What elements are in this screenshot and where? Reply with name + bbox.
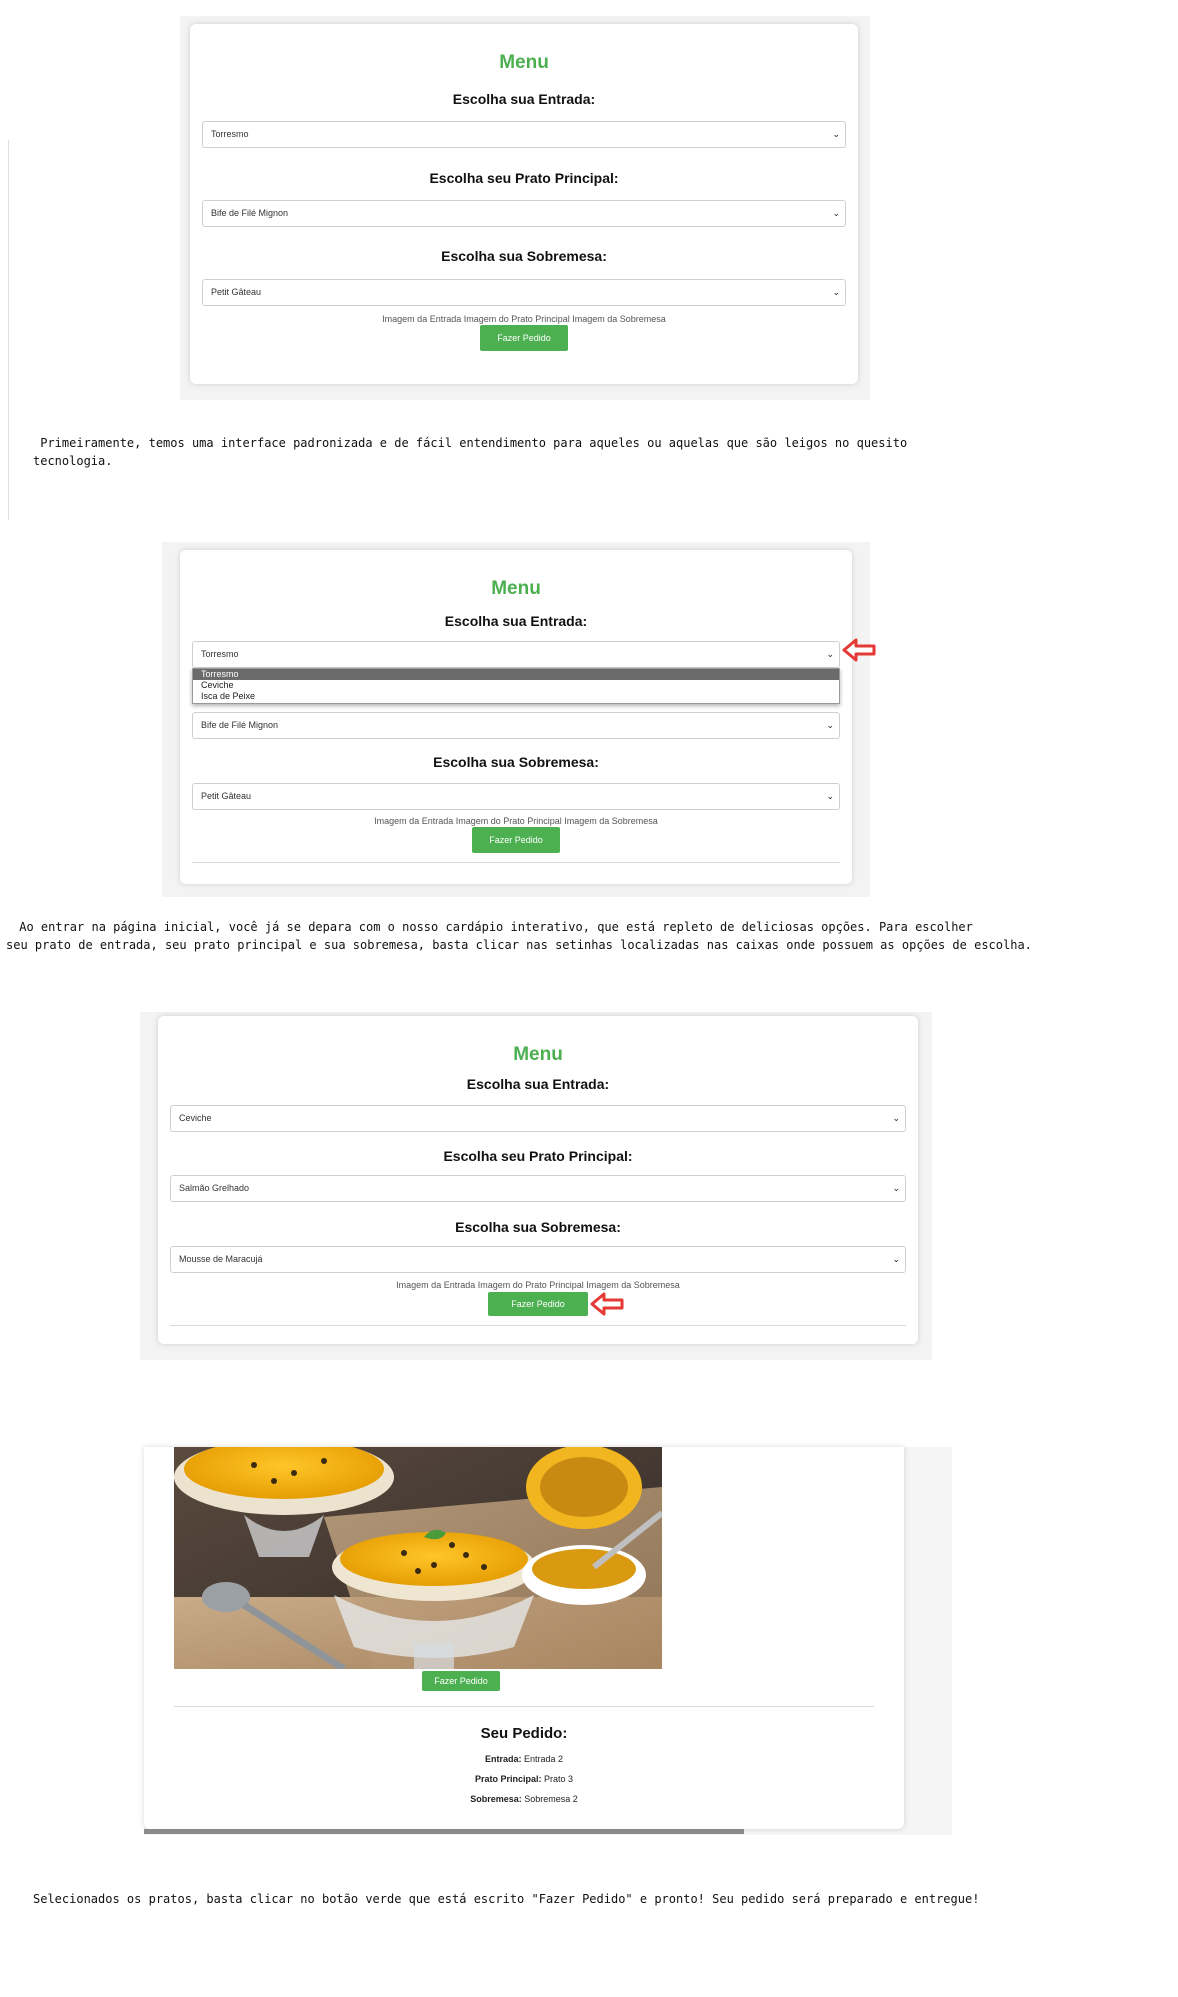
dish-image-placeholders: Imagem da Entrada Imagem do Prato Princi… xyxy=(396,1280,680,1290)
select-principal-value: Bife de Filé Mignon xyxy=(201,720,279,730)
order-sobremesa-label: Sobremesa: xyxy=(470,1794,522,1804)
order-entrada-value: Entrada 2 xyxy=(524,1754,564,1764)
chevron-down-icon: ⌄ xyxy=(892,1254,900,1264)
chevron-down-icon: ⌄ xyxy=(826,720,834,730)
order-button[interactable]: Fazer Pedido xyxy=(480,325,568,351)
menu-title: Menu xyxy=(513,1044,563,1065)
dish-image-placeholders: Imagem da Entrada Imagem do Prato Princi… xyxy=(374,816,658,826)
order-summary-title: Seu Pedido: xyxy=(480,1725,568,1742)
select-principal[interactable]: Salmão Grelhado ⌄ xyxy=(170,1175,906,1202)
caption-2-line-1: Ao entrar na página inicial, você já se … xyxy=(12,920,973,934)
screenshot-1: Menu Escolha sua Entrada: Torresmo ⌄ Esc… xyxy=(180,16,870,400)
menu-title: Menu xyxy=(491,578,541,599)
chevron-down-icon: ⌄ xyxy=(826,791,834,801)
select-entrada-value: Ceviche xyxy=(179,1113,212,1123)
label-sobremesa: Escolha sua Sobremesa: xyxy=(455,1219,621,1235)
label-entrada: Escolha sua Entrada: xyxy=(444,613,588,629)
order-line-entrada: Entrada: Entrada 2 xyxy=(144,1754,904,1764)
passion-fruit-mousse-image xyxy=(174,1447,662,1669)
select-entrada-value: Torresmo xyxy=(201,649,239,659)
divider xyxy=(174,1706,874,1707)
red-arrow-icon xyxy=(842,638,876,662)
chevron-down-icon: ⌄ xyxy=(832,208,840,218)
select-sobremesa[interactable]: Petit Gâteau ⌄ xyxy=(202,279,846,306)
order-button[interactable]: Fazer Pedido xyxy=(422,1671,500,1691)
order-card: Fazer Pedido Seu Pedido: Entrada: Entrad… xyxy=(144,1447,904,1829)
select-entrada-value: Torresmo xyxy=(211,129,249,139)
menu-card: Menu Escolha sua Entrada: Ceviche ⌄ Esco… xyxy=(158,1016,918,1344)
select-principal[interactable]: Bife de Filé Mignon ⌄ xyxy=(202,200,846,227)
chevron-down-icon: ⌄ xyxy=(892,1183,900,1193)
label-sobremesa: Escolha sua Sobremesa: xyxy=(441,248,607,264)
label-entrada: Escolha sua Entrada: xyxy=(466,1076,610,1092)
chevron-down-icon: ⌄ xyxy=(832,287,840,297)
menu-card: Menu Escolha sua Entrada: Torresmo ⌄ Tor… xyxy=(180,550,852,884)
divider xyxy=(192,862,840,863)
select-entrada[interactable]: Ceviche ⌄ xyxy=(170,1105,906,1132)
label-principal: Escolha seu Prato Principal: xyxy=(429,170,619,186)
chevron-down-icon: ⌄ xyxy=(892,1113,900,1123)
chevron-down-icon: ⌄ xyxy=(826,649,834,659)
select-sobremesa-value: Petit Gâteau xyxy=(201,791,252,801)
select-entrada[interactable]: Torresmo ⌄ xyxy=(192,641,840,668)
caption-1-line-2: tecnologia. xyxy=(33,454,113,468)
screenshot-3: Menu Escolha sua Entrada: Ceviche ⌄ Esco… xyxy=(140,1012,932,1360)
order-line-sobremesa: Sobremesa: Sobremesa 2 xyxy=(144,1794,904,1804)
caption-3: Selecionados os pratos, basta clicar no … xyxy=(33,1892,980,1906)
order-line-principal: Prato Principal: Prato 3 xyxy=(144,1774,904,1784)
dropdown-option[interactable]: Torresmo xyxy=(193,669,839,680)
divider xyxy=(170,1325,906,1326)
menu-card: Menu Escolha sua Entrada: Torresmo ⌄ Esc… xyxy=(190,24,858,384)
order-button[interactable]: Fazer Pedido xyxy=(488,1292,588,1316)
dropdown-option[interactable]: Ceviche xyxy=(193,680,839,691)
dropdown-option[interactable]: Isca de Peixe xyxy=(193,691,839,702)
label-sobremesa: Escolha sua Sobremesa: xyxy=(433,754,599,770)
screenshot-4: Fazer Pedido Seu Pedido: Entrada: Entrad… xyxy=(144,1447,952,1835)
chevron-down-icon: ⌄ xyxy=(832,129,840,139)
caption-2-line-2: seu prato de entrada, seu prato principa… xyxy=(6,938,1032,952)
horizontal-scrollbar-thumb[interactable] xyxy=(144,1829,744,1834)
label-principal: Escolha seu Prato Principal: xyxy=(443,1148,633,1164)
entrada-dropdown-list[interactable]: Torresmo Ceviche Isca de Peixe xyxy=(192,668,840,704)
select-principal-value: Bife de Filé Mignon xyxy=(211,208,289,218)
select-sobremesa[interactable]: Mousse de Maracujá ⌄ xyxy=(170,1246,906,1273)
red-arrow-icon xyxy=(590,1292,624,1316)
order-button[interactable]: Fazer Pedido xyxy=(472,827,560,853)
order-entrada-label: Entrada: xyxy=(484,1754,522,1764)
screenshot-2: Menu Escolha sua Entrada: Torresmo ⌄ Tor… xyxy=(162,542,876,897)
select-sobremesa-value: Mousse de Maracujá xyxy=(179,1254,263,1264)
order-principal-label: Prato Principal: xyxy=(474,1774,542,1784)
order-principal-value: Prato 3 xyxy=(544,1774,574,1784)
left-margin-line xyxy=(8,140,9,520)
select-sobremesa[interactable]: Petit Gâteau ⌄ xyxy=(192,783,840,810)
select-principal[interactable]: Bife de Filé Mignon ⌄ xyxy=(192,712,840,739)
order-sobremesa-value: Sobremesa 2 xyxy=(524,1794,578,1804)
label-entrada: Escolha sua Entrada: xyxy=(452,91,596,107)
dish-image-placeholders: Imagem da Entrada Imagem do Prato Princi… xyxy=(382,314,666,324)
select-entrada[interactable]: Torresmo ⌄ xyxy=(202,121,846,148)
select-principal-value: Salmão Grelhado xyxy=(179,1183,250,1193)
menu-title: Menu xyxy=(499,52,549,73)
select-sobremesa-value: Petit Gâteau xyxy=(211,287,262,297)
caption-1-line-1: Primeiramente, temos uma interface padro… xyxy=(33,436,908,450)
